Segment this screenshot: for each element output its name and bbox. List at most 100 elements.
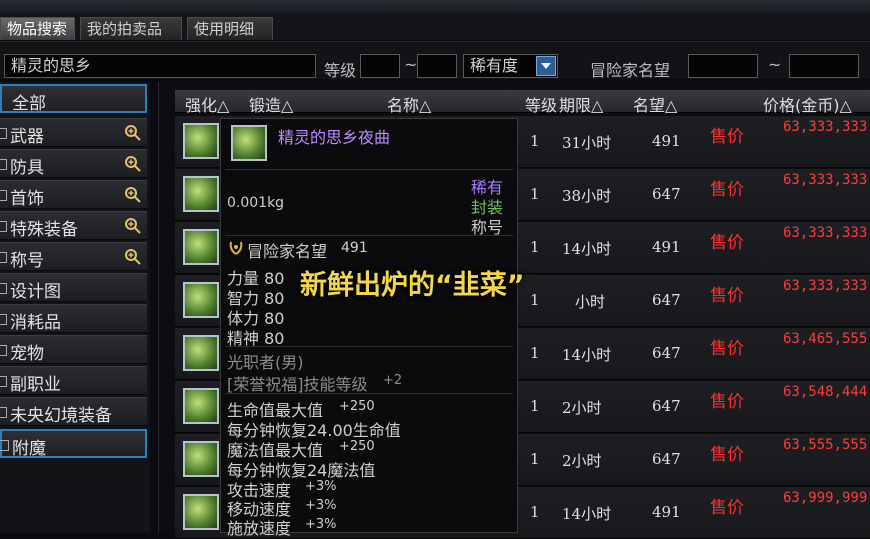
fame-max-field[interactable] xyxy=(789,54,859,78)
fame-min-field[interactable] xyxy=(688,54,758,78)
expand-box-icon xyxy=(0,128,7,139)
fame-cell: 647 xyxy=(652,397,681,415)
results-header: 强化△ 锻造△ 名称△ 等级 期限△ 名望△ 价格(金币)△ xyxy=(175,90,870,116)
header-enhance[interactable]: 强化△ xyxy=(185,92,229,116)
item-icon[interactable] xyxy=(183,176,219,212)
category-jewelry[interactable]: 首饰 xyxy=(0,180,147,209)
expand-box-icon xyxy=(0,221,7,232)
category-label: 副职业 xyxy=(10,375,61,395)
header-price[interactable]: 价格(金币)△ xyxy=(763,92,852,116)
fame-label: 冒险家名望 xyxy=(590,61,671,80)
filter-bar: 精灵的思乡 等级 ~ 稀有度 冒险家名望 ~ xyxy=(0,41,870,80)
level-cell: 1 xyxy=(530,238,540,256)
category-enchant[interactable]: 附魔 xyxy=(0,429,147,459)
fame-cell: 647 xyxy=(652,291,681,309)
category-special-equipment[interactable]: 特殊装备 xyxy=(0,211,147,240)
category-sub-profession[interactable]: 副职业 xyxy=(0,366,147,395)
duration-cell: 14小时 xyxy=(562,240,612,258)
category-title[interactable]: 称号 xyxy=(0,242,147,271)
laurel-icon xyxy=(229,241,243,255)
category-label: 武器 xyxy=(10,127,44,147)
sell-label: 售价 xyxy=(710,445,744,465)
price-cell: 63,333,333 xyxy=(783,225,868,241)
duration-cell: 2小时 xyxy=(562,399,602,417)
category-label: 设计图 xyxy=(10,282,61,302)
category-weiyang-equipment[interactable]: 未央幻境装备 xyxy=(0,397,147,426)
category-blueprint[interactable]: 设计图 xyxy=(0,273,147,302)
duration-cell: 14小时 xyxy=(562,346,612,364)
tooltip-fame-label: 冒险家名望 xyxy=(247,242,328,261)
level-max-field[interactable] xyxy=(417,54,457,78)
sell-label: 售价 xyxy=(710,180,744,200)
header-duration[interactable]: 期限△ xyxy=(559,92,603,116)
expand-box-icon xyxy=(0,345,7,356)
tooltip-weight: 0.001kg xyxy=(227,195,285,211)
zoom-in-icon[interactable] xyxy=(124,217,141,234)
item-icon[interactable] xyxy=(183,229,219,265)
category-weapon[interactable]: 武器 xyxy=(0,118,147,147)
category-sidebar: 全部 武器 防具 首饰 特殊装备 称号 设计图 消耗品 宠物 副职业 未央幻境装… xyxy=(0,82,150,533)
fame-cell: 647 xyxy=(652,450,681,468)
zoom-in-icon[interactable] xyxy=(124,155,141,172)
header-fame[interactable]: 名望△ xyxy=(633,92,677,116)
zoom-in-icon[interactable] xyxy=(124,124,141,141)
chevron-down-icon[interactable] xyxy=(536,56,556,76)
level-cell: 1 xyxy=(530,291,540,309)
tooltip-effect-value: +3% xyxy=(305,517,337,532)
header-forge[interactable]: 锻造△ xyxy=(249,92,293,116)
rarity-dropdown[interactable]: 稀有度 xyxy=(463,54,558,78)
item-tooltip: 精灵的思乡夜曲 0.001kg 稀有 封装 称号 冒险家名望 491 力量 80… xyxy=(220,118,518,538)
price-cell: 63,465,555 xyxy=(783,331,868,347)
expand-box-icon xyxy=(0,407,7,418)
item-icon[interactable] xyxy=(183,388,219,424)
search-input[interactable]: 精灵的思乡 xyxy=(4,54,316,78)
duration-cell: 38小时 xyxy=(562,187,612,205)
level-min-field[interactable] xyxy=(360,54,400,78)
tab-my-auctions[interactable]: 我的拍卖品 xyxy=(80,17,182,40)
overlay-caption: 新鲜出炉的“韭菜” xyxy=(300,270,525,301)
zoom-in-icon[interactable] xyxy=(124,186,141,203)
level-cell: 1 xyxy=(530,503,540,521)
header-name[interactable]: 名称△ xyxy=(387,92,431,116)
tooltip-class: 光职者(男) xyxy=(227,353,304,372)
zoom-in-icon[interactable] xyxy=(124,248,141,265)
expand-box-icon xyxy=(0,376,7,387)
item-icon[interactable] xyxy=(183,335,219,371)
tooltip-effect-value: +3% xyxy=(305,479,337,494)
price-cell: 63,548,444 xyxy=(783,384,868,400)
tooltip-effect-value: +250 xyxy=(339,399,375,414)
sell-label: 售价 xyxy=(710,392,744,412)
expand-box-icon xyxy=(0,283,7,294)
tab-usage-details[interactable]: 使用明细 xyxy=(187,17,273,40)
item-icon[interactable] xyxy=(183,494,219,530)
tooltip-effect: 施放速度 xyxy=(227,519,292,538)
level-cell: 1 xyxy=(530,397,540,415)
level-cell: 1 xyxy=(530,344,540,362)
expand-box-icon xyxy=(0,252,7,263)
tooltip-divider xyxy=(225,235,513,236)
category-label: 附魔 xyxy=(12,439,46,459)
tab-item-search[interactable]: 物品搜索 xyxy=(0,17,75,40)
category-all[interactable]: 全部 xyxy=(0,84,147,114)
category-label: 首饰 xyxy=(10,189,44,209)
category-consumable[interactable]: 消耗品 xyxy=(0,304,147,333)
sell-label: 售价 xyxy=(710,498,744,518)
expand-box-icon xyxy=(0,190,7,201)
level-range-separator: ~ xyxy=(404,55,418,74)
category-armor[interactable]: 防具 xyxy=(0,149,147,178)
item-icon[interactable] xyxy=(183,282,219,318)
header-level[interactable]: 等级 xyxy=(525,92,557,116)
item-icon[interactable] xyxy=(183,441,219,477)
fame-cell: 491 xyxy=(652,238,681,256)
item-icon[interactable] xyxy=(183,123,219,159)
sell-label: 售价 xyxy=(710,233,744,253)
fame-range-separator: ~ xyxy=(768,55,782,74)
price-cell: 63,333,333 xyxy=(783,119,868,135)
sell-label: 售价 xyxy=(710,286,744,306)
category-label: 防具 xyxy=(10,158,44,178)
category-label: 宠物 xyxy=(10,344,44,364)
category-label: 消耗品 xyxy=(10,313,61,333)
category-pet[interactable]: 宠物 xyxy=(0,335,147,364)
duration-cell: 小时 xyxy=(575,293,606,311)
price-cell: 63,999,999 xyxy=(783,490,868,506)
